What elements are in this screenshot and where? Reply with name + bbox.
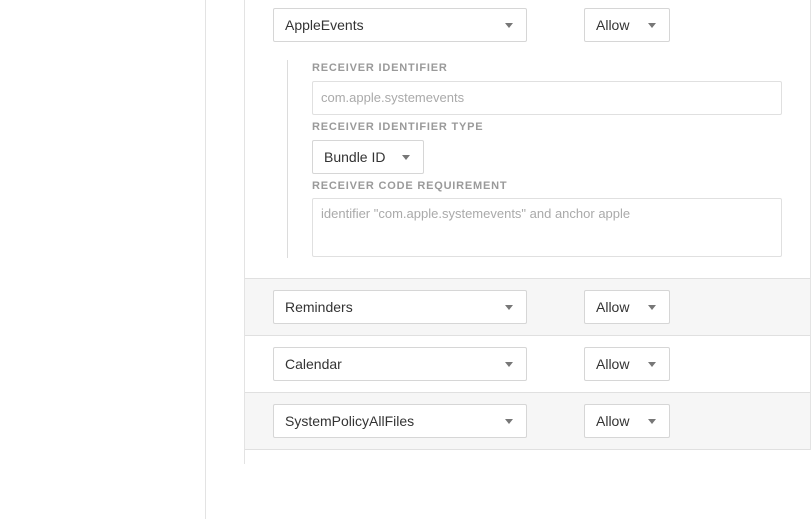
chevron-down-icon	[505, 23, 513, 28]
permission-select-system-policy-all-files[interactable]: Allow	[584, 404, 670, 438]
service-select-system-policy-all-files[interactable]: SystemPolicyAllFiles	[273, 404, 527, 438]
chevron-down-icon	[505, 362, 513, 367]
receiver-identifier-type-value: Bundle ID	[324, 149, 386, 165]
chevron-down-icon	[648, 362, 656, 367]
permission-select-apple-events[interactable]: Allow	[584, 8, 670, 42]
row-separator	[245, 449, 810, 450]
receiver-code-requirement-textarea[interactable]: identifier "com.apple.systemevents" and …	[312, 198, 782, 257]
receiver-code-requirement-label: RECEIVER CODE REQUIREMENT	[312, 180, 508, 192]
receiver-identifier-type-label: RECEIVER IDENTIFIER TYPE	[312, 121, 484, 133]
chevron-down-icon	[648, 23, 656, 28]
service-select-calendar[interactable]: Calendar	[273, 347, 527, 381]
row-separator	[245, 335, 810, 336]
row-separator	[245, 278, 810, 279]
permission-select-value: Allow	[596, 17, 630, 33]
receiver-identifier-type-select[interactable]: Bundle ID	[312, 140, 424, 174]
permission-select-reminders[interactable]: Allow	[584, 290, 670, 324]
service-select-value: Calendar	[285, 356, 342, 372]
service-select-value: Reminders	[285, 299, 353, 315]
permission-select-value: Allow	[596, 299, 630, 315]
service-select-reminders[interactable]: Reminders	[273, 290, 527, 324]
row-separator	[245, 392, 810, 393]
permission-select-value: Allow	[596, 356, 630, 372]
sidebar-divider	[205, 0, 206, 519]
chevron-down-icon	[648, 305, 656, 310]
service-select-value: AppleEvents	[285, 17, 364, 33]
chevron-down-icon	[505, 305, 513, 310]
content-right-border	[810, 0, 811, 450]
service-select-value: SystemPolicyAllFiles	[285, 413, 415, 429]
chevron-down-icon	[505, 419, 513, 424]
receiver-identifier-placeholder: com.apple.systemevents	[321, 90, 465, 105]
receiver-code-requirement-placeholder: identifier "com.apple.systemevents" and …	[321, 206, 631, 221]
service-select-apple-events[interactable]: AppleEvents	[273, 8, 527, 42]
detail-indent-line	[287, 60, 288, 258]
receiver-identifier-label: RECEIVER IDENTIFIER	[312, 62, 448, 74]
permission-select-calendar[interactable]: Allow	[584, 347, 670, 381]
chevron-down-icon	[402, 155, 410, 160]
permission-select-value: Allow	[596, 413, 630, 429]
receiver-identifier-input[interactable]: com.apple.systemevents	[312, 81, 782, 115]
chevron-down-icon	[648, 419, 656, 424]
